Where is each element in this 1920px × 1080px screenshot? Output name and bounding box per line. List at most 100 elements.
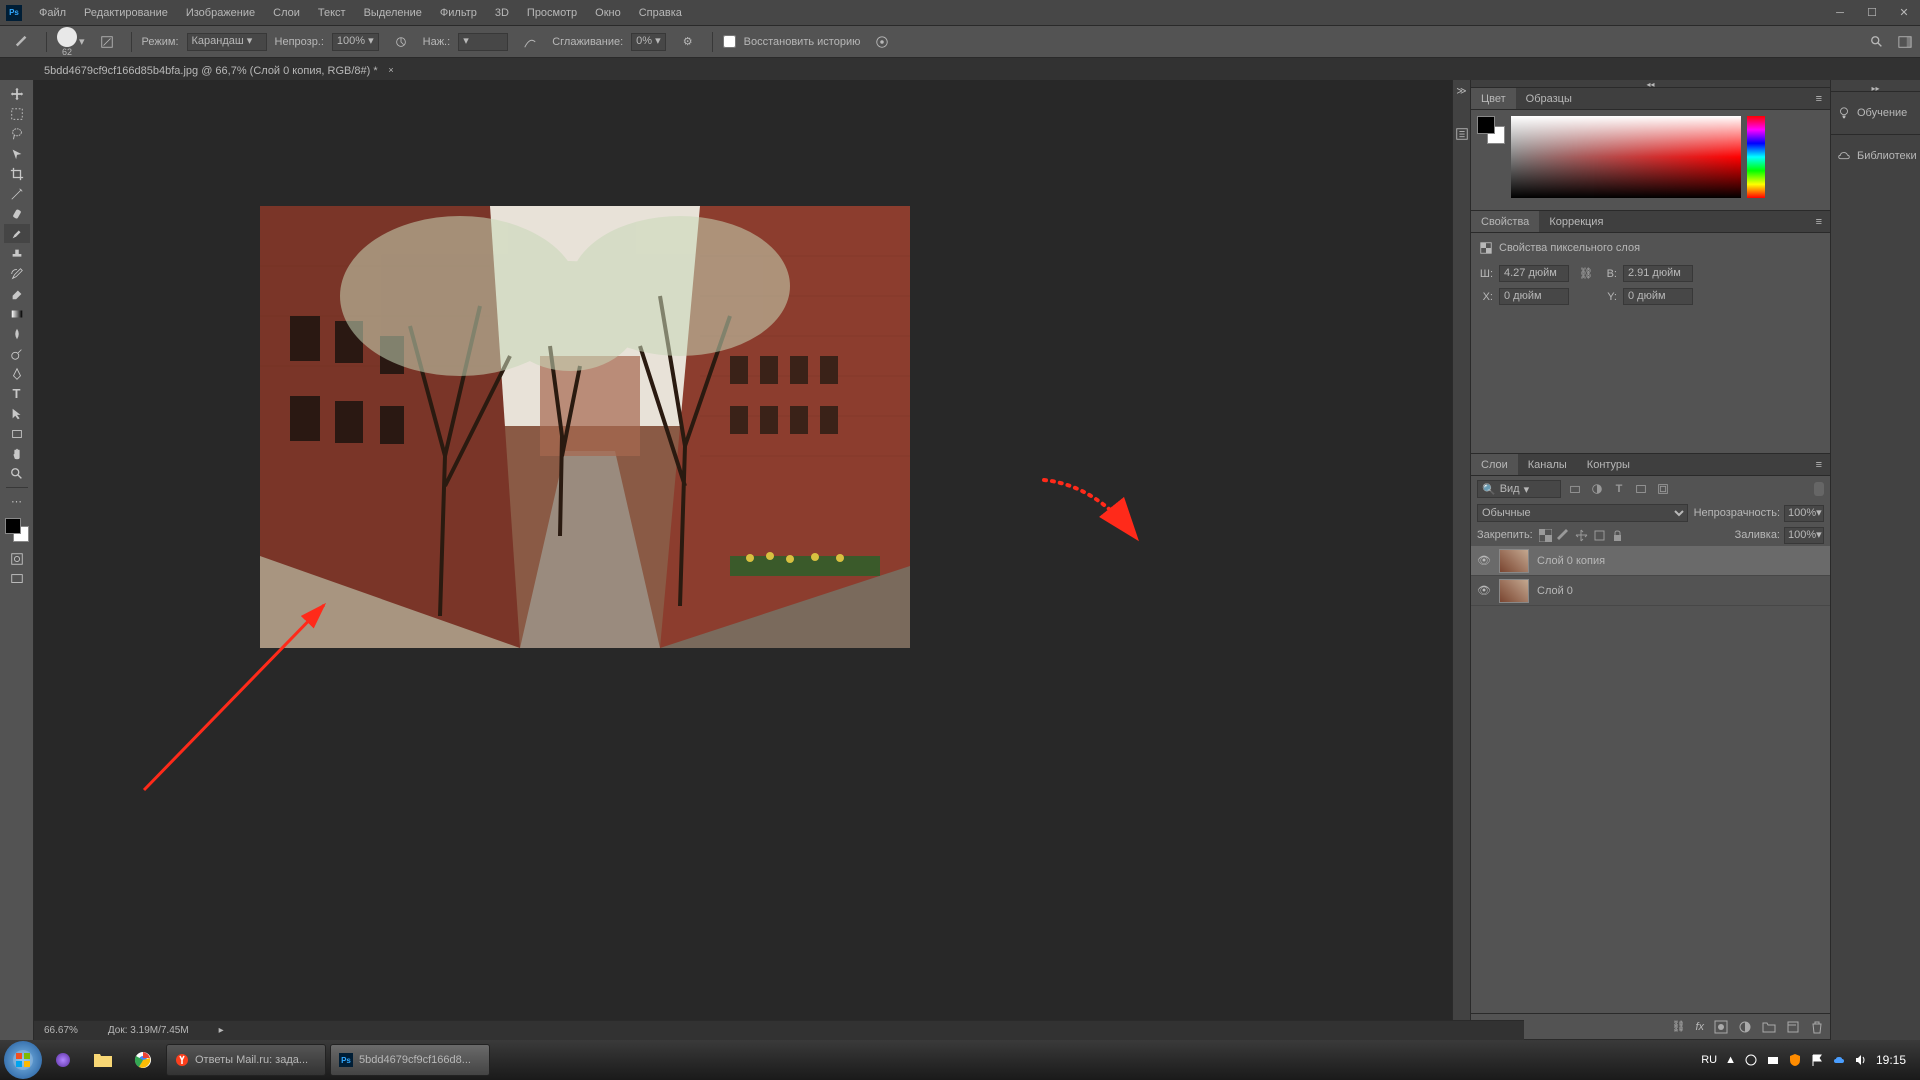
link-wh-icon[interactable]: ⛓ [1575,267,1597,280]
menu-file[interactable]: Файл [30,0,75,25]
tray-up-icon[interactable]: ▲ [1725,1054,1736,1066]
pen-tool-icon[interactable] [4,364,30,383]
layer-opacity-field[interactable]: 100%▾ [1784,505,1824,522]
hue-slider[interactable] [1747,116,1765,198]
layer-thumbnail[interactable] [1499,549,1529,573]
start-button[interactable] [4,1041,42,1079]
layer-filter-select[interactable]: 🔍 Вид ▾ [1477,480,1561,498]
restore-checkbox[interactable] [723,35,736,48]
dodge-tool-icon[interactable] [4,344,30,363]
lock-position-icon[interactable] [1574,528,1589,543]
menu-window[interactable]: Окно [586,0,630,25]
color-panel-swatch[interactable] [1477,116,1505,144]
layer-thumbnail[interactable] [1499,579,1529,603]
opacity-select[interactable]: 100% ▾ [332,33,379,51]
edit-toolbar-icon[interactable]: ⋯ [4,492,30,511]
zoom-tool-icon[interactable] [4,464,30,483]
delete-layer-icon[interactable] [1810,1020,1824,1034]
lock-all-icon[interactable] [1610,528,1625,543]
color-swatch[interactable] [5,518,29,542]
language-indicator[interactable]: RU [1701,1054,1717,1066]
filter-toggle[interactable] [1814,482,1824,496]
history-brush-tool-icon[interactable] [4,264,30,283]
libraries-panel-button[interactable]: Библиотеки [1831,147,1920,165]
window-maximize-icon[interactable]: ☐ [1856,0,1888,25]
airbrush-icon[interactable] [516,31,544,53]
filter-adjust-icon[interactable] [1589,481,1605,497]
layer-name[interactable]: Слой 0 копия [1537,555,1605,567]
type-tool-icon[interactable]: T [4,384,30,403]
taskbar-chrome-icon[interactable] [124,1044,162,1076]
path-select-tool-icon[interactable] [4,404,30,423]
workspace-icon[interactable] [1898,35,1912,49]
visibility-icon[interactable]: 👁 [1477,554,1491,567]
taskbar-item-browser[interactable]: Ответы Mail.ru: зада... [166,1044,326,1076]
menu-filter[interactable]: Фильтр [431,0,486,25]
lock-artboard-icon[interactable] [1592,528,1607,543]
tray-network-icon[interactable] [1744,1053,1758,1067]
shape-tool-icon[interactable] [4,424,30,443]
tab-adjustments[interactable]: Коррекция [1539,211,1613,232]
link-layers-icon[interactable]: ⛓ [1671,1020,1685,1033]
canvas[interactable] [34,80,1452,1040]
adjustment-layer-icon[interactable] [1738,1020,1752,1034]
crop-tool-icon[interactable] [4,164,30,183]
hand-tool-icon[interactable] [4,444,30,463]
tab-paths[interactable]: Контуры [1577,454,1640,475]
tray-cloud-icon[interactable] [1832,1053,1846,1067]
x-field[interactable]: 0 дюйм [1499,288,1569,305]
doc-size[interactable]: Док: 3.19M/7.45M [108,1025,189,1036]
taskbar-explorer-icon[interactable] [84,1044,122,1076]
panel-menu-icon[interactable]: ≡ [1808,216,1830,228]
pressure-opacity-icon[interactable] [387,31,415,53]
y-field[interactable]: 0 дюйм [1623,288,1693,305]
layer-fx-icon[interactable]: fx [1695,1021,1704,1033]
screenmode-icon[interactable] [4,569,30,588]
gradient-tool-icon[interactable] [4,304,30,323]
tray-flag-icon[interactable] [1810,1053,1824,1067]
search-icon[interactable] [1870,35,1884,49]
layer-item[interactable]: 👁 Слой 0 [1471,576,1830,606]
smoothing-gear-icon[interactable]: ⚙ [674,31,702,53]
quick-select-tool-icon[interactable] [4,144,30,163]
panel-menu-icon[interactable]: ≡ [1808,93,1830,105]
taskbar-clock[interactable]: 19:15 [1876,1053,1906,1067]
close-tab-icon[interactable]: × [388,65,393,75]
layer-group-icon[interactable] [1762,1020,1776,1034]
quickmask-icon[interactable] [4,549,30,568]
filter-shape-icon[interactable] [1633,481,1649,497]
menu-select[interactable]: Выделение [355,0,431,25]
menu-view[interactable]: Просмотр [518,0,586,25]
layer-mask-icon[interactable] [1714,1020,1728,1034]
menu-text[interactable]: Текст [309,0,355,25]
tab-properties[interactable]: Свойства [1471,211,1539,232]
layer-item[interactable]: 👁 Слой 0 копия [1471,546,1830,576]
taskbar-app-icon[interactable] [44,1044,82,1076]
eyedropper-tool-icon[interactable] [4,184,30,203]
brush-size-control[interactable]: 62 ▾ [57,27,85,57]
healing-tool-icon[interactable] [4,204,30,223]
mode-select[interactable]: Карандаш ▾ [187,33,267,51]
eraser-tool-icon[interactable] [4,284,30,303]
new-layer-icon[interactable] [1786,1020,1800,1034]
tab-layers[interactable]: Слои [1471,454,1518,475]
move-tool-icon[interactable] [4,84,30,103]
tool-preset-icon[interactable] [8,31,36,53]
pressure-size-icon[interactable] [868,31,896,53]
lock-transparent-icon[interactable] [1538,528,1553,543]
menu-3d[interactable]: 3D [486,0,518,25]
menu-edit[interactable]: Редактирование [75,0,177,25]
taskbar-item-photoshop[interactable]: Ps 5bdd4679cf9cf166d8... [330,1044,490,1076]
fill-field[interactable]: 100%▾ [1784,527,1824,544]
panel-menu-icon[interactable]: ≡ [1808,459,1830,471]
height-field[interactable]: 2.91 дюйм [1623,265,1693,282]
stamp-tool-icon[interactable] [4,244,30,263]
filter-type-icon[interactable]: T [1611,481,1627,497]
window-minimize-icon[interactable]: ─ [1824,0,1856,25]
lasso-tool-icon[interactable] [4,124,30,143]
window-close-icon[interactable]: ✕ [1888,0,1920,25]
menu-help[interactable]: Справка [630,0,691,25]
blend-mode-select[interactable]: Обычные [1477,504,1688,522]
menu-layers[interactable]: Слои [264,0,309,25]
layer-name[interactable]: Слой 0 [1537,585,1573,597]
